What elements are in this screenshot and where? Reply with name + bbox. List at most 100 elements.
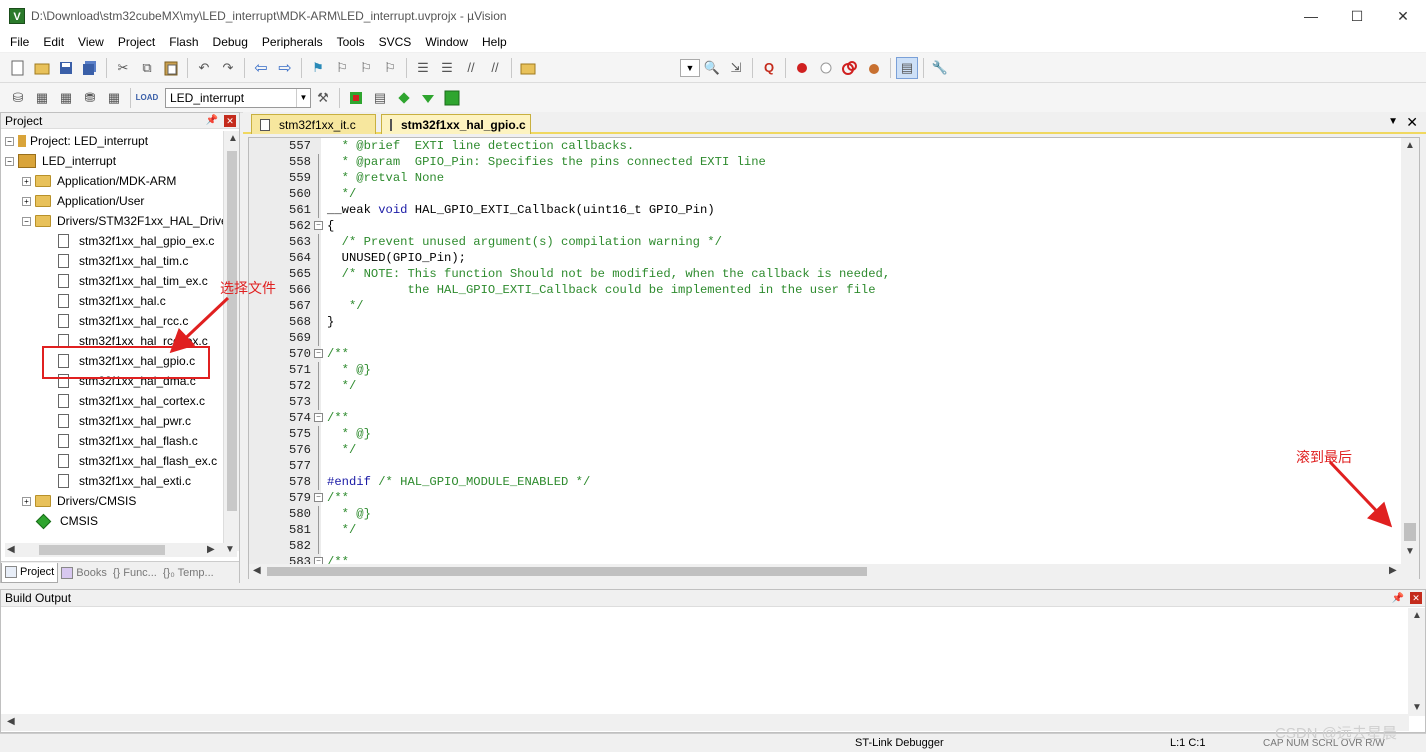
build-icon[interactable]: ▦ [31,87,53,109]
tree-group[interactable]: + Application/MDK-ARM [22,171,176,191]
tree-file[interactable]: stm32f1xx_hal_tim.c [58,251,188,271]
batch-build-icon[interactable]: ⛃ [79,87,101,109]
menu-peripherals[interactable]: Peripherals [255,35,330,49]
manage-project-icon[interactable] [345,87,367,109]
menu-flash[interactable]: Flash [162,35,205,49]
menu-project[interactable]: Project [111,35,162,49]
download-icon[interactable]: LOAD [136,87,159,109]
indent-icon[interactable]: ☰ [412,57,434,79]
next-bookmark-icon[interactable]: ⚐ [355,57,377,79]
expand-icon[interactable]: + [22,196,31,206]
code-editor[interactable]: 557 * @brief EXTI line detection callbac… [248,137,1420,579]
tree-group[interactable]: − Drivers/STM32F1xx_HAL_Driver [22,211,223,231]
scrollbar-thumb[interactable] [267,567,867,576]
menu-window[interactable]: Window [418,35,475,49]
tab-templates[interactable]: {}₀ Temp... [160,563,217,583]
scroll-right-icon[interactable]: ▶ [207,544,215,555]
nav-back-icon[interactable]: ⇦ [250,57,272,79]
manage-rte-icon[interactable] [417,87,439,109]
stop-build-icon[interactable]: ▦ [103,87,125,109]
prev-bookmark-icon[interactable]: ⚐ [331,57,353,79]
menu-edit[interactable]: Edit [36,35,71,49]
bookmark-icon[interactable]: ⚑ [307,57,329,79]
tree-file[interactable]: stm32f1xx_hal_rcc.c [58,311,188,331]
close-icon[interactable]: ✕ [1406,114,1418,131]
pack-installer-icon[interactable]: ▤ [369,87,391,109]
build-vertical-scrollbar[interactable]: ▲ ▼ [1408,608,1425,716]
pin-icon[interactable]: 📌 [1392,593,1404,604]
tree-file[interactable]: stm32f1xx_hal_pwr.c [58,411,191,431]
fold-toggle-icon[interactable]: − [314,493,323,502]
rebuild-icon[interactable]: ▦ [55,87,77,109]
clear-bookmarks-icon[interactable]: ⚐ [379,57,401,79]
scroll-left-icon[interactable]: ◀ [253,565,261,576]
tab-functions[interactable]: {} Func... [110,563,160,583]
copy-icon[interactable]: ⧉ [136,57,158,79]
unindent-icon[interactable]: ☰ [436,57,458,79]
scroll-down-icon[interactable]: ▼ [225,544,235,555]
find-icon[interactable]: 🔍 [701,57,723,79]
pack-manager-icon[interactable] [441,87,463,109]
comment-icon[interactable]: // [460,57,482,79]
new-file-icon[interactable] [7,57,29,79]
scroll-up-icon[interactable]: ▲ [1405,140,1415,151]
clear-breakpoints-icon[interactable] [839,57,861,79]
scroll-down-icon[interactable]: ▼ [1405,546,1415,557]
kill-breakpoints-icon[interactable] [863,57,885,79]
open-folder-icon[interactable] [31,57,53,79]
target-select[interactable]: LED_interrupt ▼ [165,87,311,108]
window-layout-icon[interactable]: ▤ [896,56,918,79]
editor-tab-active[interactable]: stm32f1xx_hal_gpio.c [381,114,531,134]
tab-books[interactable]: Books [58,563,110,583]
uncomment-icon[interactable]: // [484,57,506,79]
minimize-button[interactable]: — [1288,0,1334,32]
tree-target[interactable]: − LED_interrupt [5,151,116,171]
build-horizontal-scrollbar[interactable]: ◀ [1,714,1409,731]
project-vertical-scrollbar[interactable]: ▲ [223,131,239,551]
disable-breakpoint-icon[interactable] [815,57,837,79]
tree-file[interactable]: stm32f1xx_hal_exti.c [58,471,191,491]
fold-toggle-icon[interactable]: − [314,349,323,358]
select-packs-icon[interactable] [393,87,415,109]
paste-icon[interactable] [160,57,182,79]
cut-icon[interactable]: ✂ [112,57,134,79]
menu-svcs[interactable]: SVCS [372,35,419,49]
menu-tools[interactable]: Tools [330,35,372,49]
scrollbar-thumb[interactable] [39,545,165,555]
tree-file[interactable]: stm32f1xx_hal_flash_ex.c [58,451,217,471]
save-icon[interactable] [55,57,77,79]
tree-group[interactable]: + Application/User [22,191,144,211]
collapse-icon[interactable]: − [22,216,31,226]
configure-icon[interactable]: 🔧 [929,57,951,79]
breakpoint-icon[interactable] [791,57,813,79]
expand-icon[interactable]: + [22,496,31,506]
scroll-right-icon[interactable]: ▶ [1389,565,1397,576]
scroll-left-icon[interactable]: ◀ [7,544,15,555]
editor-vertical-scrollbar[interactable]: ▲ ▼ [1401,138,1419,564]
scroll-up-icon[interactable]: ▲ [1412,610,1422,621]
editor-horizontal-scrollbar[interactable]: ◀ ▶ [249,564,1419,579]
fold-toggle-icon[interactable]: − [314,413,323,422]
menu-debug[interactable]: Debug [206,35,255,49]
project-horizontal-scrollbar[interactable]: ◀ ▶ ▼ [5,543,237,557]
pin-icon[interactable]: 📌 [206,115,218,126]
tree-file[interactable]: stm32f1xx_hal.c [58,291,166,311]
fold-toggle-icon[interactable]: − [314,221,323,230]
menu-file[interactable]: File [3,35,36,49]
fold-toggle-icon[interactable]: − [314,557,323,564]
find-dropdown[interactable]: ▼ [680,58,700,77]
tree-file[interactable]: stm32f1xx_hal_tim_ex.c [58,271,208,291]
translate-icon[interactable]: ⛁ [7,87,29,109]
menu-view[interactable]: View [71,35,111,49]
scroll-down-icon[interactable]: ▼ [1412,702,1422,713]
tree-file[interactable]: stm32f1xx_hal_flash.c [58,431,198,451]
tab-project[interactable]: Project [1,562,59,583]
tree-group[interactable]: + Drivers/CMSIS [22,491,136,511]
scroll-left-icon[interactable]: ◀ [7,716,15,727]
debug-start-icon[interactable]: Q [758,57,780,79]
redo-icon[interactable]: ↷ [217,57,239,79]
collapse-icon[interactable]: − [5,136,14,146]
scrollbar-thumb[interactable] [227,151,237,511]
undo-icon[interactable]: ↶ [193,57,215,79]
save-all-icon[interactable] [79,57,101,79]
